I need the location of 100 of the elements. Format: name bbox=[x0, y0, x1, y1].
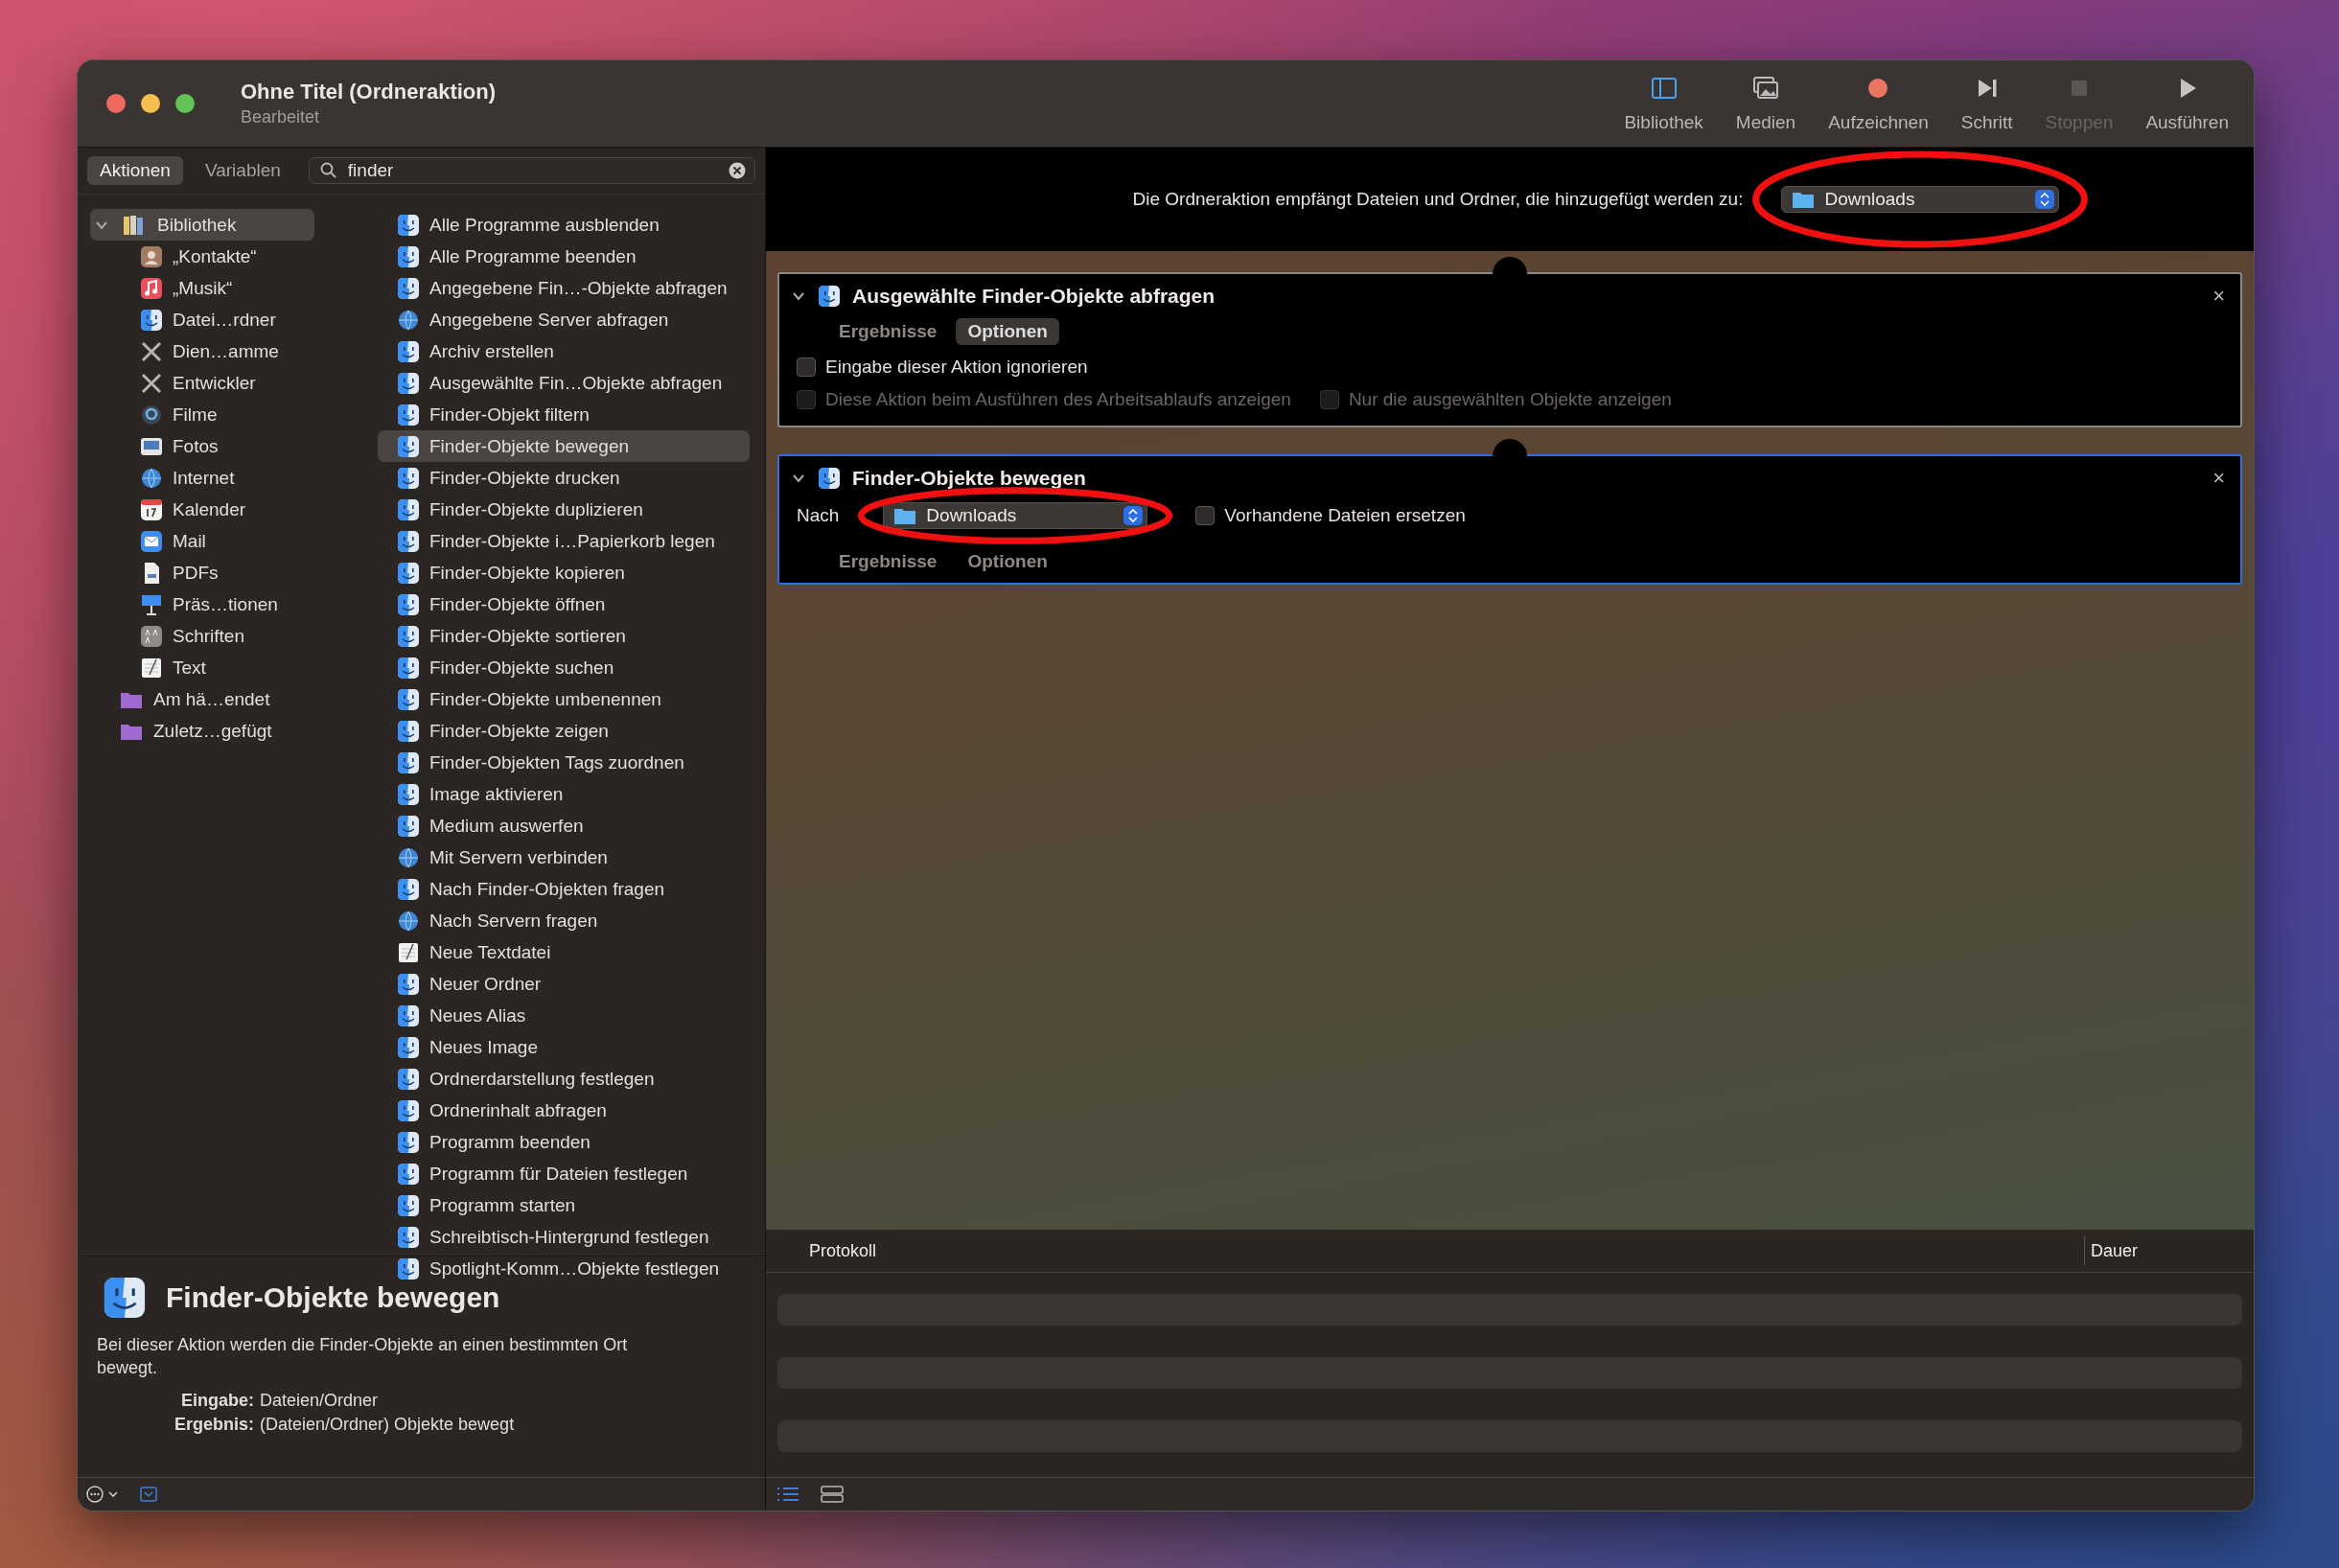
category-item[interactable]: Mail bbox=[90, 525, 378, 557]
category-item[interactable]: PDFs bbox=[90, 557, 378, 588]
action-item[interactable]: Neue Textdatei bbox=[378, 936, 750, 968]
field-label: Ergebnis: bbox=[174, 1415, 255, 1435]
smiley-face-icon bbox=[397, 750, 420, 774]
action-item[interactable]: Ordnerinhalt abfragen bbox=[378, 1095, 750, 1126]
folder-popup[interactable]: Downloads bbox=[883, 502, 1148, 529]
action-item[interactable]: Alle Programme ausblenden bbox=[378, 209, 750, 241]
smiley-face-icon bbox=[397, 877, 420, 901]
window-control[interactable] bbox=[106, 94, 126, 113]
smiley-face-icon bbox=[818, 285, 841, 308]
action-item[interactable]: Archiv erstellen bbox=[378, 335, 750, 367]
action-item[interactable]: Neues Image bbox=[378, 1031, 750, 1063]
toolbar-button[interactable]: Ausführen bbox=[2142, 74, 2233, 133]
search-icon bbox=[319, 162, 337, 179]
globe-icon bbox=[397, 909, 420, 933]
music-note-icon bbox=[140, 276, 163, 300]
toolbar-button[interactable]: Schritt bbox=[1957, 74, 2017, 133]
action-item[interactable]: Finder-Objekte bewegen bbox=[378, 430, 750, 462]
smiley-face-icon bbox=[397, 814, 420, 838]
action-item[interactable]: Neuer Ordner bbox=[378, 968, 750, 1000]
action-item[interactable]: Finder-Objekt filtern bbox=[378, 399, 750, 430]
column-header: Dauer bbox=[2084, 1236, 2254, 1265]
action-item[interactable]: Ausgewählte Fin…Objekte abfragen bbox=[378, 367, 750, 399]
globe-icon bbox=[397, 845, 420, 869]
folder-popup[interactable]: Downloads bbox=[1781, 186, 2060, 213]
action-item[interactable]: Alle Programme beenden bbox=[378, 241, 750, 272]
smiley-face-icon bbox=[397, 1035, 420, 1059]
category-item[interactable]: Text bbox=[90, 652, 378, 683]
category-item[interactable]: Bibliothek bbox=[90, 209, 314, 241]
action-item[interactable]: Finder-Objekte umbenennen bbox=[378, 683, 750, 715]
category-item[interactable]: Dien…amme bbox=[90, 335, 378, 367]
category-item[interactable]: Am hä…endet bbox=[90, 683, 378, 715]
checkbox[interactable] bbox=[797, 357, 816, 377]
action-item[interactable]: Finder-Objekte zeigen bbox=[378, 715, 750, 747]
smiley-face-icon bbox=[397, 624, 420, 648]
action-item[interactable]: Angegebene Fin…-Objekte abfragen bbox=[378, 272, 750, 304]
category-item[interactable]: Datei…rdner bbox=[90, 304, 378, 335]
action-item[interactable]: Finder-Objekte öffnen bbox=[378, 588, 750, 620]
action-item[interactable]: Programm beenden bbox=[378, 1126, 750, 1158]
contact-card-icon bbox=[140, 244, 163, 268]
action-item[interactable]: Programm für Dateien festlegen bbox=[378, 1158, 750, 1189]
card-tab[interactable]: Optionen bbox=[956, 548, 1059, 575]
toolbar-button[interactable]: Bibliothek bbox=[1620, 74, 1707, 133]
action-item[interactable]: Finder-Objekte duplizieren bbox=[378, 494, 750, 525]
crossed-tools-icon bbox=[140, 371, 163, 395]
action-item[interactable]: Finder-Objekte suchen bbox=[378, 652, 750, 683]
action-item[interactable]: Programm starten bbox=[378, 1189, 750, 1221]
toolbar-button[interactable]: Aufzeichnen bbox=[1824, 74, 1933, 133]
category-item[interactable]: „Kontakte“ bbox=[90, 241, 378, 272]
action-item[interactable]: Finder-Objekte sortieren bbox=[378, 620, 750, 652]
smiley-face-icon bbox=[397, 434, 420, 458]
checkbox[interactable] bbox=[1195, 506, 1216, 525]
smiley-face-icon bbox=[397, 1225, 420, 1249]
description-title: Finder-Objekte bewegen bbox=[166, 1281, 500, 1314]
action-item[interactable]: Schreibtisch-Hintergrund festlegen bbox=[378, 1221, 750, 1253]
action-item[interactable]: Nach Servern fragen bbox=[378, 905, 750, 936]
action-item[interactable]: Nach Finder-Objekten fragen bbox=[378, 873, 750, 905]
category-item[interactable]: Zuletz…gefügt bbox=[90, 715, 378, 747]
action-item[interactable]: Finder-Objekte kopieren bbox=[378, 557, 750, 588]
library-tab[interactable]: Aktionen bbox=[87, 156, 183, 185]
action-item[interactable]: Spotlight-Komm…Objekte festlegen bbox=[378, 1253, 750, 1284]
option-checkbox[interactable]: Eingabe dieser Aktion ignorieren bbox=[797, 357, 1088, 378]
category-item[interactable]: Entwickler bbox=[90, 367, 378, 399]
action-item[interactable]: Mit Servern verbinden bbox=[378, 842, 750, 873]
option-checkbox[interactable]: Vorhandene Dateien ersetzen bbox=[1195, 505, 1466, 526]
action-item[interactable]: Finder-Objekte drucken bbox=[378, 462, 750, 494]
category-item[interactable]: Internet bbox=[90, 462, 378, 494]
action-item[interactable]: Medium auswerfen bbox=[378, 810, 750, 842]
clear-icon[interactable] bbox=[729, 162, 746, 179]
smiley-face-icon bbox=[397, 371, 420, 395]
category-item[interactable]: Filme bbox=[90, 399, 378, 430]
action-item[interactable]: Angegebene Server abfragen bbox=[378, 304, 750, 335]
card-tab[interactable]: Ergebnisse bbox=[827, 318, 949, 345]
split-view-icon[interactable] bbox=[818, 1485, 846, 1504]
toolbar-button[interactable]: Medien bbox=[1731, 74, 1800, 133]
category-item[interactable]: Schriften bbox=[90, 620, 378, 652]
category-item[interactable]: Präs…tionen bbox=[90, 588, 378, 620]
smiley-face-icon bbox=[397, 403, 420, 427]
library-tab[interactable]: Variablen bbox=[192, 156, 293, 185]
smiley-face-icon bbox=[397, 782, 420, 806]
font-book-icon bbox=[140, 624, 163, 648]
globe-icon bbox=[397, 308, 420, 332]
action-item[interactable]: Finder-Objekte i…Papierkorb legen bbox=[378, 525, 750, 557]
window-control[interactable] bbox=[141, 94, 160, 113]
card-tab[interactable]: Optionen bbox=[956, 318, 1059, 345]
action-item[interactable]: Neues Alias bbox=[378, 1000, 750, 1031]
action-item[interactable]: Finder-Objekten Tags zuordnen bbox=[378, 747, 750, 778]
action-item[interactable]: Ordnerdarstellung festlegen bbox=[378, 1063, 750, 1095]
card-tab[interactable]: Ergebnisse bbox=[827, 548, 949, 575]
window-control[interactable] bbox=[175, 94, 195, 113]
window-title: Ohne Titel (Ordneraktion) bbox=[241, 80, 497, 104]
search-field[interactable]: finder bbox=[308, 157, 755, 184]
category-item[interactable]: Fotos bbox=[90, 430, 378, 462]
close-button[interactable]: × bbox=[2209, 466, 2229, 491]
close-button[interactable]: × bbox=[2209, 284, 2229, 309]
action-item[interactable]: Image aktivieren bbox=[378, 778, 750, 810]
category-item[interactable]: „Musik“ bbox=[90, 272, 378, 304]
category-item[interactable]: Kalender bbox=[90, 494, 378, 525]
description-toggle-icon[interactable] bbox=[139, 1485, 158, 1504]
